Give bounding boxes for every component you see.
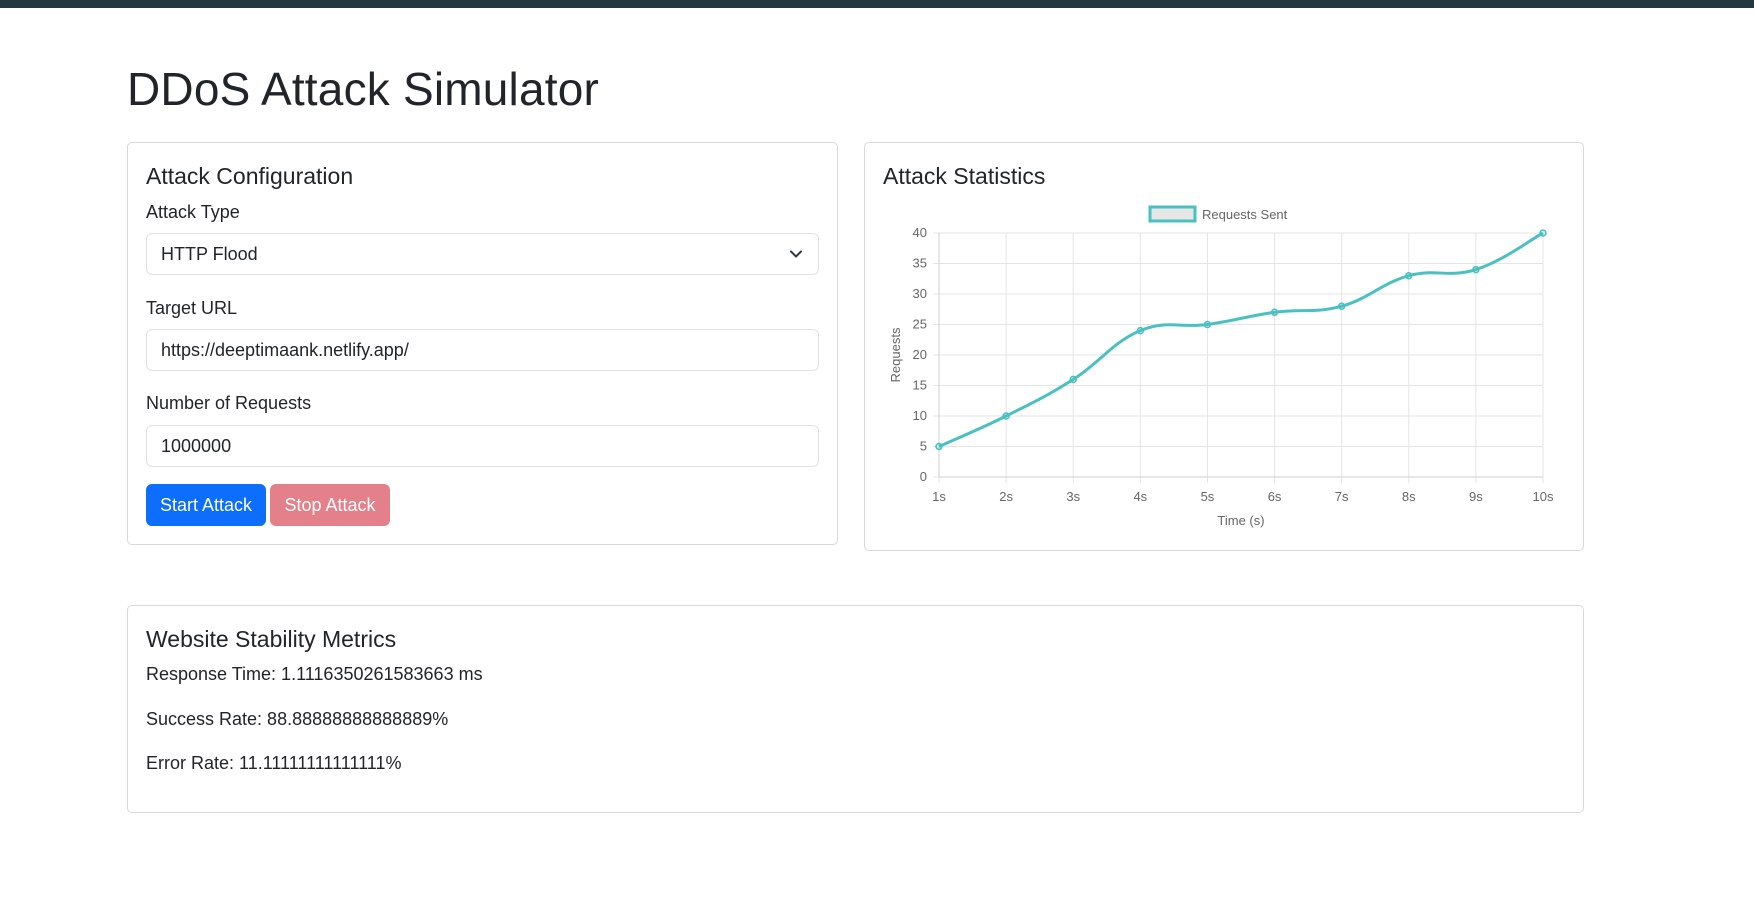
y-tick-label: 10 [913, 408, 927, 423]
x-tick-label: 7s [1335, 489, 1349, 504]
data-point [1002, 412, 1010, 420]
attack-configuration-title: Attack Configuration [146, 163, 354, 189]
data-point [1069, 375, 1077, 384]
website-stability-metrics-title: Website Stability Metrics [146, 626, 397, 652]
attack-statistics-card: Attack Statistics 0 5 10 15 20 25 30 35 40 1s 2s 3s… [864, 142, 1584, 551]
y-tick-label: 40 [913, 225, 927, 240]
y-tick-label: 30 [913, 286, 927, 301]
page-title: DDoS Attack Simulator [127, 63, 600, 115]
legend-swatch [1148, 205, 1197, 223]
data-point [1203, 320, 1212, 329]
number-of-requests-label: Number of Requests [146, 393, 312, 413]
chevron-down-icon [788, 246, 804, 262]
attack-type-value: HTTP Flood [161, 244, 258, 264]
y-tick-label: 15 [913, 378, 927, 393]
requests-chart-svg: 0 5 10 15 20 25 30 35 40 1s 2s 3s 4s 5s 6s 7s 8s 9s 10s Tim… [888, 205, 1554, 528]
website-stability-metrics-card: Website Stability Metrics Response Time:… [127, 605, 1584, 813]
data-point [1136, 326, 1145, 335]
x-tick-label: 2s [999, 489, 1013, 504]
data-point [1472, 265, 1480, 274]
x-tick-label: 9s [1469, 489, 1483, 504]
data-point [1337, 302, 1346, 310]
data-point [1270, 308, 1279, 317]
attack-configuration-card: Attack Configuration Attack Type HTTP Fl… [127, 142, 838, 545]
y-tick-label: 25 [913, 317, 927, 332]
y-tick-label: 5 [920, 439, 927, 454]
requests-chart: 0 5 10 15 20 25 30 35 40 1s 2s 3s 4s 5s 6s 7s 8s 9s 10s Tim… [865, 195, 1585, 545]
number-of-requests-value: 1000000 [161, 436, 232, 456]
series-line-requests-sent [938, 231, 1544, 448]
response-time-metric: Response Time: 1.1116350261583663 ms [146, 664, 483, 684]
attack-type-label: Attack Type [146, 202, 240, 222]
number-of-requests-input[interactable]: 1000000 [146, 425, 819, 467]
x-tick-label: 3s [1066, 489, 1080, 504]
x-tick-label: 6s [1268, 489, 1282, 504]
y-tick-label: 20 [913, 347, 927, 362]
x-axis-title: Time (s) [1217, 513, 1264, 528]
start-attack-button[interactable]: Start Attack [146, 484, 266, 526]
x-tick-label: 10s [1533, 489, 1554, 504]
x-tick-label: 1s [932, 489, 946, 504]
success-rate-metric: Success Rate: 88.88888888888889% [146, 709, 449, 729]
x-tick-label: 5s [1201, 489, 1215, 504]
attack-statistics-title: Attack Statistics [883, 163, 1046, 189]
target-url-input[interactable]: https://deeptimaank.netlify.app/ [146, 329, 819, 371]
attack-type-select[interactable]: HTTP Flood [146, 233, 819, 275]
data-point [935, 442, 943, 451]
y-tick-label: 35 [913, 256, 927, 271]
y-axis-title: Requests [888, 327, 903, 382]
stop-attack-button[interactable]: Stop Attack [270, 484, 390, 526]
legend-label: Requests Sent [1202, 207, 1288, 222]
data-point [1405, 271, 1413, 280]
x-tick-label: 8s [1402, 489, 1416, 504]
y-tick-label: 0 [920, 469, 927, 484]
top-bar [0, 0, 1754, 8]
data-point [1539, 229, 1547, 237]
target-url-value: https://deeptimaank.netlify.app/ [161, 340, 409, 360]
x-tick-label: 4s [1133, 489, 1147, 504]
target-url-label: Target URL [146, 298, 238, 318]
error-rate-metric: Error Rate: 11.11111111111111% [146, 753, 402, 773]
